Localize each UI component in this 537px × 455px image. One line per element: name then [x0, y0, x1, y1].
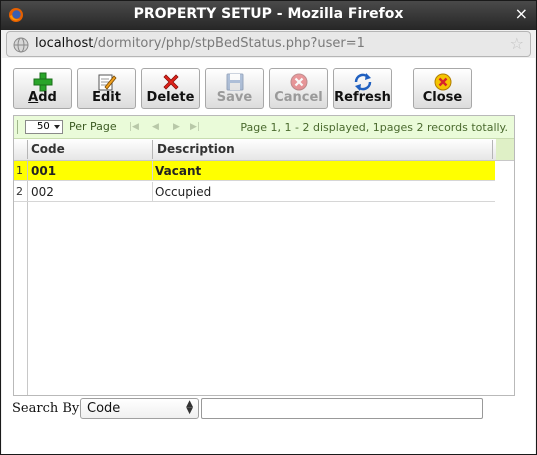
save-label: Save — [216, 90, 253, 105]
add-label: Add — [14, 90, 71, 105]
cell-description[interactable]: Occupied — [155, 185, 211, 199]
browser-window: PROPERTY SETUP - Mozilla Firefox × local… — [0, 0, 537, 455]
page-content: Add Edit Delete Save Cancel Refresh Clos… — [2, 58, 535, 454]
url-host: localhost — [35, 36, 94, 51]
floppy-disk-icon — [226, 73, 243, 91]
url-path: /dormitory/php/stpBedStatus.php?user=1 — [93, 36, 365, 51]
edit-pencil-icon — [98, 74, 117, 91]
data-grid: 50 Per Page |◀ ◀ ▶ ▶| Page 1, 1 - 2 disp… — [13, 115, 515, 396]
cell-description[interactable]: Vacant — [155, 164, 201, 178]
row-number: 1 — [16, 164, 23, 177]
cancel-circle-icon — [290, 73, 307, 91]
column-header-code[interactable]: Code — [31, 142, 65, 156]
edit-button[interactable]: Edit — [77, 68, 136, 109]
close-button[interactable]: Close — [413, 68, 472, 109]
refresh-button[interactable]: Refresh — [333, 68, 392, 109]
search-field-select[interactable]: Code ▲ ▼ — [80, 398, 199, 419]
cancel-label: Cancel — [274, 90, 323, 105]
add-label-accesskey: A — [28, 90, 39, 105]
plus-icon — [33, 72, 52, 92]
page-size-select[interactable]: 50 — [25, 120, 63, 134]
cell-divider — [27, 161, 28, 180]
header-divider — [27, 140, 28, 159]
cell-divider — [152, 182, 153, 201]
row-number: 2 — [16, 185, 23, 198]
close-label: Close — [422, 90, 463, 105]
delete-button[interactable]: Delete — [141, 68, 200, 109]
cell-code[interactable]: 002 — [31, 185, 54, 199]
delete-x-icon — [162, 74, 179, 90]
edit-label: Edit — [92, 90, 121, 105]
page-size-value: 50 — [37, 121, 50, 132]
search-by-label: Search By: — [12, 401, 84, 416]
pager-bar: 50 Per Page |◀ ◀ ▶ ▶| Page 1, 1 - 2 disp… — [14, 116, 514, 139]
header-filler — [496, 139, 514, 160]
cell-divider — [152, 161, 153, 180]
cell-code[interactable]: 001 — [31, 164, 56, 178]
refresh-label: Refresh — [334, 90, 391, 105]
close-circle-icon — [434, 73, 451, 91]
next-page-icon[interactable]: ▶ — [173, 122, 180, 132]
delete-label: Delete — [146, 90, 195, 105]
pager-info: Page 1, 1 - 2 displayed, 1pages 2 record… — [240, 121, 508, 134]
pager-separator — [17, 120, 18, 134]
refresh-arrows-icon — [354, 73, 371, 91]
per-page-label: Per Page — [69, 120, 117, 133]
chevron-down-icon — [54, 125, 60, 129]
url-bar[interactable]: localhost/dormitory/php/stpBedStatus.php… — [6, 31, 531, 57]
close-window-icon[interactable]: × — [515, 6, 528, 22]
bookmark-star-icon[interactable]: ☆ — [510, 34, 524, 53]
globe-icon — [13, 37, 29, 53]
header-divider[interactable] — [492, 140, 493, 159]
last-page-icon[interactable]: ▶| — [190, 122, 200, 132]
table-row[interactable]: 1 001 Vacant — [14, 161, 495, 181]
prev-page-icon[interactable]: ◀ — [152, 122, 159, 132]
url-text[interactable]: localhost/dormitory/php/stpBedStatus.php… — [35, 36, 365, 51]
header-divider[interactable] — [152, 140, 153, 159]
search-bar: Search By: Code ▲ ▼ — [12, 398, 492, 420]
title-bar: PROPERTY SETUP - Mozilla Firefox × — [1, 1, 536, 30]
search-field-value: Code — [87, 401, 121, 416]
updown-arrows-icon: ▲ ▼ — [186, 399, 193, 416]
first-page-icon[interactable]: |◀ — [129, 122, 139, 132]
add-label-rest: dd — [38, 90, 57, 105]
window-title: PROPERTY SETUP - Mozilla Firefox — [133, 6, 404, 22]
table-header: Code Description — [14, 139, 514, 161]
save-button[interactable]: Save — [205, 68, 264, 109]
cancel-button[interactable]: Cancel — [269, 68, 328, 109]
table-row[interactable]: 2 002 Occupied — [14, 182, 495, 202]
add-button[interactable]: Add — [13, 68, 72, 109]
search-input[interactable] — [201, 398, 483, 419]
cell-divider — [27, 182, 28, 201]
column-header-description[interactable]: Description — [157, 142, 235, 156]
